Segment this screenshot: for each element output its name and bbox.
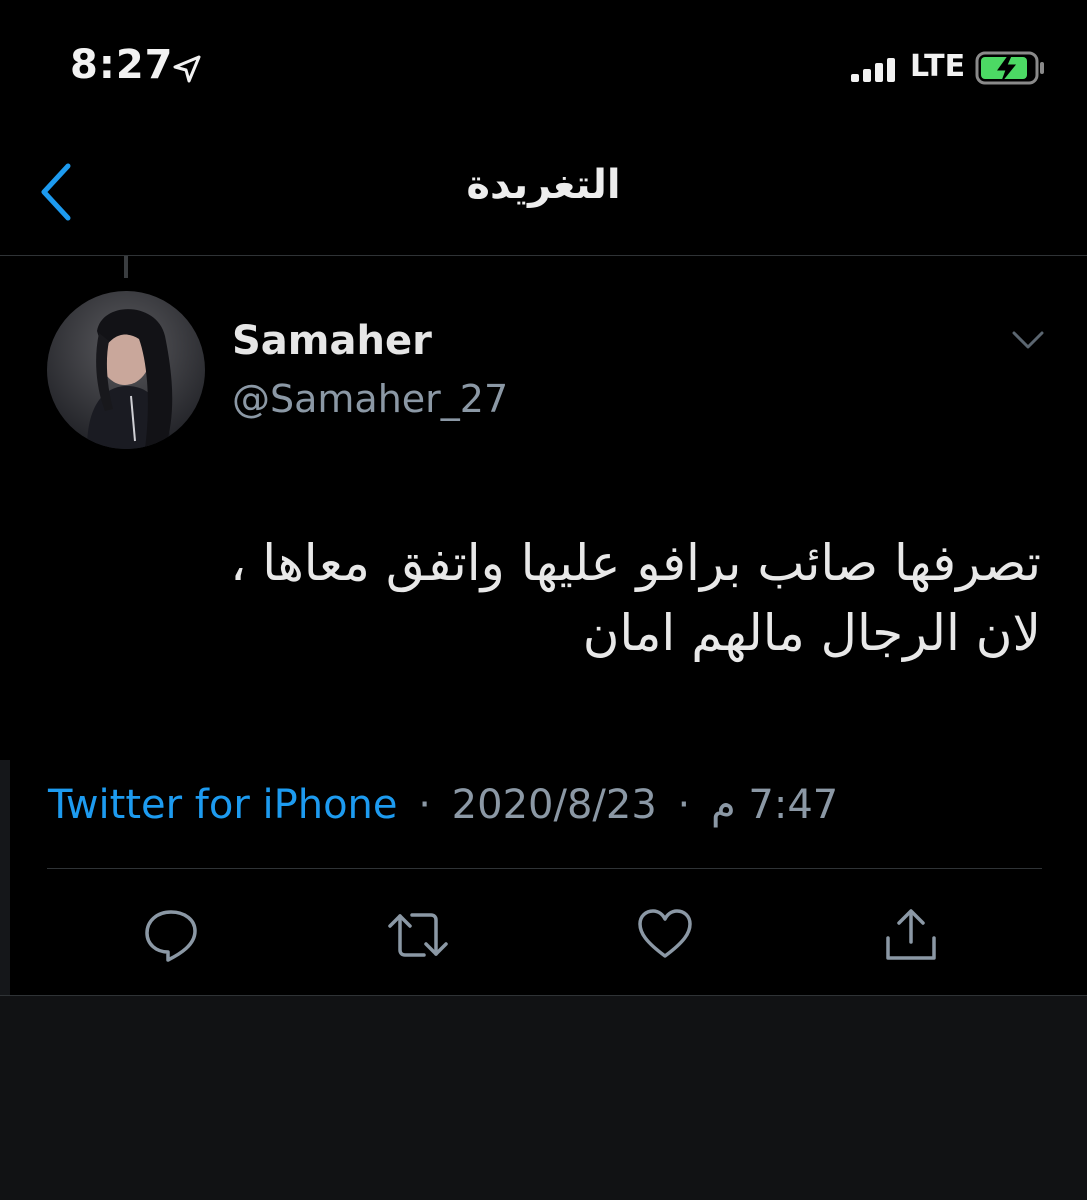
tweet-time: 7:47 م — [710, 782, 839, 828]
thread-connector — [124, 256, 128, 278]
avatar[interactable] — [47, 291, 205, 449]
reply-icon[interactable] — [142, 906, 200, 964]
source-link[interactable]: Twitter for iPhone — [48, 782, 398, 828]
tweet-text-line: لان الرجال مالهم امان — [582, 604, 1041, 662]
author-handle[interactable]: @Samaher_27 — [232, 377, 508, 421]
tweet-date: 2020/8/23 — [451, 782, 657, 828]
action-bar — [0, 870, 1087, 995]
author-name[interactable]: Samaher — [232, 318, 432, 364]
share-icon[interactable] — [882, 906, 940, 964]
tweet-meta: Twitter for iPhone · 2020/8/23 · 7:47 م — [48, 782, 838, 828]
empty-area — [0, 996, 1087, 1200]
tweet-text: تصرفها صائب برافو عليها واتفق معاها ، لا… — [41, 528, 1041, 668]
page-title: التغريدة — [466, 162, 621, 208]
status-bar: 8:27 LTE — [0, 0, 1087, 130]
divider — [47, 868, 1042, 869]
status-time: 8:27 — [70, 42, 174, 88]
chevron-down-icon[interactable] — [1010, 328, 1046, 352]
battery-charging-icon — [975, 51, 1044, 85]
tweet-text-line: تصرفها صائب برافو عليها واتفق معاها ، — [230, 534, 1041, 592]
signal-icon — [851, 58, 895, 82]
network-label: LTE — [910, 49, 966, 84]
location-arrow-icon — [173, 55, 201, 83]
retweet-icon[interactable] — [386, 906, 450, 964]
heart-icon[interactable] — [636, 906, 694, 962]
meta-separator: · — [677, 782, 691, 828]
navigation-bar: التغريدة — [0, 130, 1087, 256]
meta-separator: · — [418, 782, 431, 828]
